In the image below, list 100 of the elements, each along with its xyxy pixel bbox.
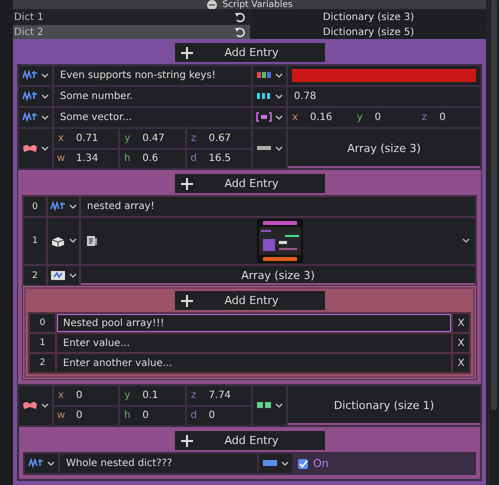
- caret-icon: [41, 72, 49, 79]
- text-field[interactable]: Enter another value...: [57, 354, 451, 372]
- index-label: 0: [24, 197, 46, 216]
- caret-icon: [41, 402, 49, 409]
- number-field[interactable]: 0: [200, 410, 251, 422]
- index-label: 2: [24, 266, 46, 286]
- text-field[interactable]: Even supports non-string keys!: [54, 66, 251, 86]
- caret-icon: [69, 272, 77, 279]
- index-label: 1: [30, 334, 55, 352]
- caret-icon: [41, 114, 49, 121]
- cube-icon: [50, 236, 66, 247]
- revert-icon: [234, 26, 246, 38]
- add-entry-button[interactable]: Add Entry: [174, 174, 324, 194]
- number-field[interactable]: 7.74: [200, 390, 251, 401]
- type-dropdown[interactable]: [253, 87, 286, 106]
- type-dropdown[interactable]: [48, 218, 79, 264]
- number-field[interactable]: 0.16: [302, 112, 351, 124]
- axis-label: h: [123, 410, 132, 422]
- caret-icon: [275, 146, 283, 152]
- scrollbar[interactable]: [488, 0, 499, 485]
- number-field[interactable]: 0.6: [134, 153, 185, 164]
- plus-icon: [180, 434, 192, 447]
- add-entry-button[interactable]: Add Entry: [174, 291, 324, 310]
- axis-label: y: [123, 390, 132, 401]
- type-dropdown[interactable]: [19, 66, 52, 86]
- expand-button[interactable]: Array (size 3): [288, 129, 480, 168]
- remove-button[interactable]: X: [453, 334, 469, 352]
- axis-label: x: [57, 132, 65, 144]
- box-icon: [50, 270, 66, 282]
- axis-label: z: [420, 112, 428, 124]
- wave-icon: [22, 91, 38, 102]
- add-entry-button[interactable]: Add Entry: [174, 43, 324, 62]
- index-label: 0: [30, 314, 55, 332]
- text-field[interactable]: Some number.: [54, 87, 251, 106]
- index-label: 1: [24, 218, 46, 264]
- caret-icon: [275, 402, 283, 409]
- remove-button[interactable]: X: [453, 354, 469, 372]
- type-dropdown[interactable]: [19, 386, 52, 426]
- text-field[interactable]: Whole nested dict???: [60, 454, 257, 474]
- axis-label: d: [189, 153, 198, 164]
- axis-label: h: [123, 153, 132, 164]
- property-row-background[interactable]: Dict 1: [13, 10, 250, 24]
- number-field[interactable]: 0: [68, 390, 118, 401]
- text-field[interactable]: Nested pool array!!!: [57, 314, 451, 332]
- type-dropdown[interactable]: [19, 108, 52, 128]
- axis-label: w: [56, 410, 66, 422]
- axis-label: y: [356, 112, 364, 124]
- section-title: Script Variables: [222, 0, 293, 10]
- type-dropdown[interactable]: [253, 66, 286, 86]
- text-field[interactable]: 0.78: [288, 87, 480, 106]
- wave-icon: [22, 70, 38, 82]
- index-label: 2: [30, 354, 55, 372]
- caret-icon: [275, 114, 283, 121]
- number-field[interactable]: 0.1: [134, 390, 185, 401]
- add-entry-button[interactable]: Add Entry: [174, 431, 324, 450]
- brackets-icon: [256, 112, 272, 124]
- number-field[interactable]: 0.71: [68, 132, 118, 144]
- color-picker[interactable]: [288, 66, 480, 86]
- text-field[interactable]: Some vector...: [54, 108, 251, 128]
- property-row-background[interactable]: Dict 2: [13, 25, 250, 40]
- type-dropdown[interactable]: [48, 197, 79, 216]
- number-field[interactable]: 16.5: [200, 153, 251, 164]
- number-field[interactable]: 0: [134, 410, 185, 422]
- type-dropdown[interactable]: [48, 266, 79, 286]
- property-label: Dict 1: [14, 12, 44, 23]
- axis-label: z: [190, 132, 198, 144]
- expand-button[interactable]: Dictionary (size 1): [288, 386, 480, 426]
- axis-label: w: [56, 153, 66, 164]
- expand-button[interactable]: Array (size 3): [81, 266, 475, 286]
- number-field[interactable]: 0: [431, 112, 480, 124]
- plus-icon: [180, 46, 192, 59]
- caret-icon: [69, 204, 77, 210]
- caret-icon: [41, 94, 49, 100]
- number-field[interactable]: 0: [68, 410, 118, 422]
- caret-icon: [69, 238, 77, 244]
- type-dropdown[interactable]: [253, 108, 286, 128]
- axis-label: y: [123, 132, 132, 144]
- number-field[interactable]: 0.47: [134, 132, 185, 144]
- plus-icon: [180, 178, 192, 190]
- remove-button[interactable]: X: [453, 314, 469, 332]
- checkbox[interactable]: [298, 458, 308, 469]
- blob-icon: [22, 143, 38, 154]
- number-field[interactable]: 0.67: [200, 132, 251, 144]
- text-field[interactable]: Enter value...: [57, 334, 451, 352]
- type-dropdown[interactable]: [259, 454, 292, 474]
- axis-label: z: [190, 390, 198, 401]
- resource-field[interactable]: [81, 218, 475, 264]
- number-field[interactable]: 0: [366, 112, 416, 124]
- type-dropdown[interactable]: [25, 454, 58, 474]
- type-dropdown[interactable]: [19, 87, 52, 106]
- property-label: Dict 2: [14, 26, 44, 38]
- text-field[interactable]: nested array!: [81, 197, 475, 216]
- type-dropdown[interactable]: [253, 129, 286, 168]
- checkbox-label: On: [313, 457, 329, 470]
- number-field[interactable]: 1.34: [68, 153, 118, 164]
- axis-label: d: [189, 410, 198, 422]
- axis-label: x: [291, 112, 299, 124]
- caret-icon: [275, 94, 283, 100]
- type-dropdown[interactable]: [253, 386, 286, 426]
- type-dropdown[interactable]: [19, 129, 52, 168]
